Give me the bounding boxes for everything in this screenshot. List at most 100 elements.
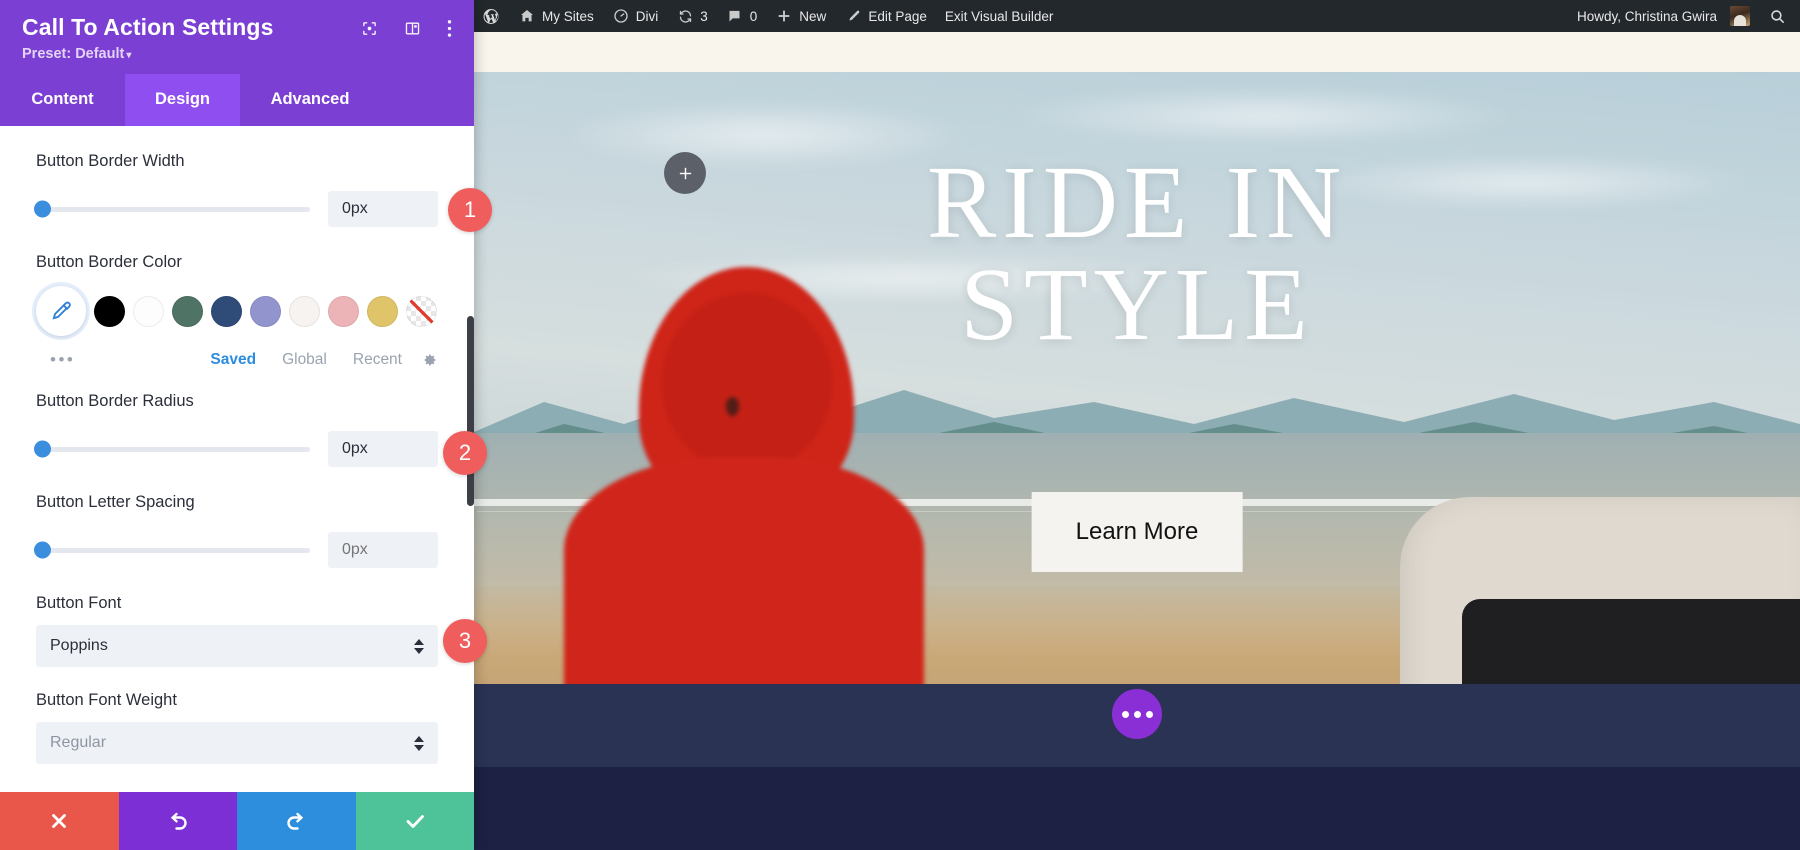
- button-font-weight-value: Regular: [50, 734, 106, 752]
- swatch-offwhite[interactable]: [289, 296, 320, 327]
- admin-bar-search[interactable]: [1759, 0, 1800, 32]
- border-radius-input[interactable]: [328, 431, 438, 467]
- admin-bar-new-label: New: [799, 9, 826, 24]
- admin-bar-my-sites[interactable]: My Sites: [509, 0, 603, 32]
- swatch-white[interactable]: [133, 296, 164, 327]
- swatch-green[interactable]: [172, 296, 203, 327]
- screen-root: RIDE IN STYLE Learn More: [0, 0, 1800, 850]
- focus-target-icon[interactable]: [361, 20, 378, 37]
- border-width-slider[interactable]: [36, 207, 310, 212]
- updates-refresh-icon: [676, 7, 694, 25]
- tab-content[interactable]: Content: [0, 74, 125, 126]
- field-button-letter-spacing: Button Letter Spacing: [36, 493, 438, 568]
- call-to-action-settings-panel: Call To Action Settings: [0, 0, 474, 850]
- redo-icon: [284, 809, 308, 833]
- chevron-updown-icon: [414, 639, 424, 654]
- chevron-down-icon: ▾: [126, 50, 131, 61]
- eyedropper-icon: [50, 300, 72, 322]
- swatch-gold[interactable]: [367, 296, 398, 327]
- panel-title: Call To Action Settings: [22, 14, 273, 41]
- save-button[interactable]: [356, 792, 475, 850]
- slider-knob[interactable]: [34, 542, 51, 559]
- swatch-navy[interactable]: [211, 296, 242, 327]
- close-button[interactable]: [0, 792, 119, 850]
- color-tab-global[interactable]: Global: [282, 351, 327, 369]
- admin-bar-wordpress-logo[interactable]: [474, 0, 509, 32]
- annotation-badge-1: 1: [448, 188, 492, 232]
- color-tab-recent[interactable]: Recent: [353, 351, 402, 369]
- learn-more-button[interactable]: Learn More: [1032, 492, 1243, 572]
- comment-bubble-icon: [726, 7, 744, 25]
- panel-header: Call To Action Settings: [0, 0, 474, 74]
- admin-bar-updates-count: 3: [700, 9, 708, 24]
- avatar: [1730, 6, 1750, 26]
- field-button-border-radius: Button Border Radius: [36, 392, 438, 467]
- undo-icon: [166, 809, 190, 833]
- plus-icon: [677, 165, 694, 182]
- field-label: Button Border Color: [36, 253, 438, 272]
- home-icon: [518, 7, 536, 25]
- admin-bar-new[interactable]: New: [766, 0, 835, 32]
- field-label: Button Border Width: [36, 152, 438, 171]
- annotation-badge-2: 2: [443, 431, 487, 475]
- button-font-select[interactable]: Poppins: [36, 625, 438, 667]
- border-radius-slider[interactable]: [36, 447, 310, 452]
- hero-heading-line-1: RIDE IN: [927, 145, 1347, 260]
- eyedropper-button[interactable]: [36, 286, 86, 336]
- panel-header-icons: [361, 14, 452, 38]
- plus-icon: [775, 7, 793, 25]
- admin-bar-howdy-label: Howdy, Christina Gwira: [1577, 9, 1717, 24]
- button-font-weight-select[interactable]: Regular: [36, 722, 438, 764]
- more-vertical-icon[interactable]: [447, 19, 452, 38]
- checkmark-icon: [403, 809, 427, 833]
- letter-spacing-slider[interactable]: [36, 548, 310, 553]
- more-horizontal-icon-dot: [1122, 711, 1129, 718]
- wordpress-logo-icon: [482, 7, 500, 25]
- close-icon: [48, 810, 70, 832]
- panel-body: Button Border Width Button Border Color: [0, 126, 474, 792]
- button-font-value: Poppins: [50, 637, 108, 655]
- field-button-font: Button Font Poppins: [36, 594, 438, 667]
- add-module-button[interactable]: [664, 152, 706, 194]
- admin-bar-exit-visual-builder-label: Exit Visual Builder: [945, 9, 1054, 24]
- pencil-icon: [844, 7, 862, 25]
- more-horizontal-icon-dot: [1134, 711, 1141, 718]
- field-button-border-color: Button Border Color: [36, 253, 438, 370]
- swatch-transparent[interactable]: [406, 296, 437, 327]
- panel-tabs: Content Design Advanced: [0, 74, 474, 126]
- swatch-periwinkle[interactable]: [250, 296, 281, 327]
- tab-advanced[interactable]: Advanced: [240, 74, 380, 126]
- admin-bar-exit-visual-builder[interactable]: Exit Visual Builder: [936, 0, 1063, 32]
- admin-bar-divi-label: Divi: [636, 9, 659, 24]
- admin-bar-edit-page[interactable]: Edit Page: [835, 0, 936, 32]
- swatch-black[interactable]: [94, 296, 125, 327]
- admin-bar-comments[interactable]: 0: [717, 0, 767, 32]
- field-label: Button Font Weight: [36, 691, 438, 710]
- border-width-input[interactable]: [328, 191, 438, 227]
- swatch-pink[interactable]: [328, 296, 359, 327]
- page-settings-button[interactable]: [1112, 689, 1162, 739]
- admin-bar-divi[interactable]: Divi: [603, 0, 668, 32]
- gear-icon[interactable]: [422, 352, 438, 368]
- color-source-tabs: Saved Global Recent: [210, 351, 402, 369]
- preset-label: Preset: Default: [22, 46, 124, 62]
- panel-scrollbar-thumb[interactable]: [467, 316, 474, 506]
- color-tab-saved[interactable]: Saved: [210, 351, 256, 369]
- more-colors-button[interactable]: •••: [50, 350, 75, 370]
- tab-design[interactable]: Design: [125, 74, 240, 126]
- slider-knob[interactable]: [34, 201, 51, 218]
- undo-button[interactable]: [119, 792, 238, 850]
- wordpress-admin-bar: My Sites Divi 3: [474, 0, 1800, 32]
- page-top-strip: [474, 32, 1800, 72]
- preset-selector[interactable]: Preset: Default▾: [22, 46, 452, 62]
- more-horizontal-icon-dot: [1146, 711, 1153, 718]
- admin-bar-updates[interactable]: 3: [667, 0, 717, 32]
- letter-spacing-input[interactable]: [328, 532, 438, 568]
- redo-button[interactable]: [237, 792, 356, 850]
- slider-knob[interactable]: [34, 441, 51, 458]
- layout-columns-icon[interactable]: [404, 20, 421, 37]
- admin-bar-account[interactable]: Howdy, Christina Gwira: [1568, 0, 1759, 32]
- admin-bar-my-sites-label: My Sites: [542, 9, 594, 24]
- color-picker-meta-row: ••• Saved Global Recent: [36, 350, 438, 370]
- field-button-font-weight: Button Font Weight Regular: [36, 691, 438, 764]
